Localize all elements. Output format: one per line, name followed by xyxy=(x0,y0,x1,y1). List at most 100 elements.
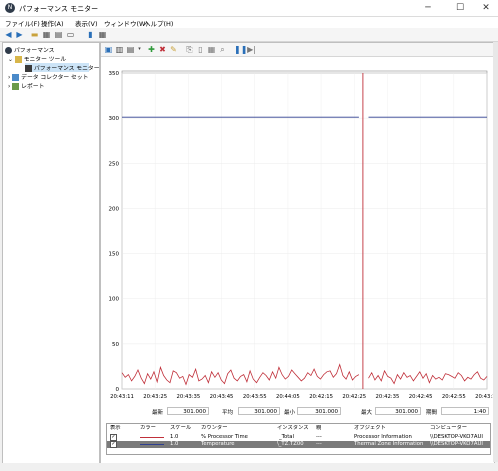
header-show[interactable]: 表示 xyxy=(110,425,121,432)
forward-arrow-icon[interactable]: ▶ xyxy=(15,30,24,39)
scale-cell: 1.0 xyxy=(170,434,179,440)
performance-graph: 050100150200250300350 20:43:11 20:43:25 20… xyxy=(109,70,494,400)
x-tick-label: 20:43:35 xyxy=(176,394,200,400)
header-computer[interactable]: コンピューター xyxy=(430,425,467,432)
y-tick-label: 100 xyxy=(109,297,120,303)
paste-counter-icon[interactable]: ▯ xyxy=(196,45,205,54)
title-bar: N パフォーマンス モニター ─ ☐ ✕ xyxy=(0,0,498,17)
back-arrow-icon[interactable]: ◀ xyxy=(4,30,13,39)
max-label: 最大 xyxy=(361,410,373,416)
x-tick-label: 20:43:45 xyxy=(210,394,234,400)
x-tick-label: 20:42:35 xyxy=(376,394,400,400)
update-data-icon[interactable]: ▶| xyxy=(247,45,256,54)
instance-cell: \_TZ.TZ00 xyxy=(277,441,304,447)
folder-icon[interactable]: ▬ xyxy=(30,30,39,39)
collector-icon xyxy=(12,74,20,81)
legend-header: 表示 カラー スケール カウンター インスタンス 親 オブジェクト コンピュータ… xyxy=(107,425,490,432)
tree-data-collector[interactable]: › データ コレクター セット xyxy=(8,72,88,81)
header-scale[interactable]: スケール xyxy=(170,425,191,432)
y-tick-label: 300 xyxy=(109,116,120,122)
header-counter[interactable]: カウンター xyxy=(201,425,228,432)
export-icon[interactable]: ▭ xyxy=(66,30,75,39)
graph-type-dropdown-icon[interactable]: ▾ xyxy=(135,45,144,54)
x-tick-label: 20:43:25 xyxy=(143,394,167,400)
computer-cell: \\DESKTOP-VKO7AUI xyxy=(430,441,483,447)
vertical-scrollbar[interactable] xyxy=(493,42,498,462)
perfmon-node-icon xyxy=(5,47,12,54)
counter-legend-table: 表示 カラー スケール カウンター インスタンス 親 オブジェクト コンピュータ… xyxy=(106,423,491,455)
y-tick-label: 250 xyxy=(109,161,120,167)
minimize-button[interactable]: ─ xyxy=(414,0,442,16)
avg-label: 平均 xyxy=(222,410,234,416)
x-tick-label: 20:42:15 xyxy=(309,394,333,400)
zoom-icon[interactable]: ⌕ xyxy=(218,45,227,54)
navigation-tree: パフォーマンス ⌄ モニター ツール パフォーマンス モニター › データ コレ… xyxy=(2,42,100,464)
copy-properties-icon[interactable]: ⎘ xyxy=(185,45,194,54)
scale-cell: 1.0 xyxy=(170,441,179,447)
maximize-button[interactable]: ☐ xyxy=(446,0,474,16)
show-checkbox[interactable]: ✓ xyxy=(110,441,117,448)
tree-root-performance[interactable]: パフォーマンス xyxy=(5,45,54,54)
freeze-display-icon[interactable]: ❚❚ xyxy=(234,45,247,54)
min-label: 最小 xyxy=(284,410,296,416)
x-tick-label: 20:43:10 xyxy=(475,394,494,400)
y-tick-label: 50 xyxy=(112,342,119,348)
close-button[interactable]: ✕ xyxy=(472,0,498,16)
instance-cell: _Total xyxy=(279,434,295,440)
y-tick-label: 0 xyxy=(116,387,120,393)
duration-label: 期間 xyxy=(426,410,438,416)
object-cell: Processor Information xyxy=(354,434,412,440)
menu-bar: ファイル(F) 操作(A) 表示(V) ウィンドウ(W) ヘルプ(H) xyxy=(0,17,498,28)
counter-cell: % Processor Time xyxy=(201,434,248,440)
max-value: 301.000 xyxy=(375,407,421,415)
current-activity-icon[interactable]: ▣ xyxy=(104,45,113,54)
menu-help[interactable]: ヘルプ(H) xyxy=(144,18,173,28)
menu-file[interactable]: ファイル(F) xyxy=(5,18,40,28)
expand-arrow-icon: › xyxy=(8,84,11,90)
report-icon xyxy=(12,83,20,90)
counter-cell: Temperature xyxy=(201,441,235,447)
header-object[interactable]: オブジェクト xyxy=(354,425,386,432)
menu-window[interactable]: ウィンドウ(W) xyxy=(104,18,148,28)
x-axis-ticks: 20:43:11 20:43:25 20:43:35 20:43:45 20:43:55… xyxy=(110,394,494,400)
add-counter-icon[interactable]: ✚ xyxy=(147,45,156,54)
object-cell: Thermal Zone Information xyxy=(354,441,424,447)
x-tick-label: 20:43:55 xyxy=(243,394,267,400)
parent-cell: --- xyxy=(316,441,322,447)
color-swatch xyxy=(140,437,164,438)
monitor-pane: ▣ ▥ ▤ ▾ ✚ ✖ ✎ ⎘ ▯ ▦ ⌕ ❚❚ ▶| 0 50 100 150 200… xyxy=(100,42,495,464)
x-tick-label: 20:42:25 xyxy=(342,394,366,400)
color-swatch xyxy=(140,444,164,445)
help-icon[interactable]: ▮ xyxy=(86,30,95,39)
properties-icon[interactable]: ▤ xyxy=(54,30,63,39)
graph-type-icon[interactable]: ▤ xyxy=(126,45,135,54)
y-axis-ticks: 0 50 100 150 200 250 300 350 xyxy=(109,71,120,393)
tree-perf-monitor[interactable]: パフォーマンス モニター xyxy=(25,63,100,72)
last-label: 最新 xyxy=(152,410,164,416)
log-data-icon[interactable]: ▥ xyxy=(115,45,124,54)
x-tick-label: 20:43:11 xyxy=(110,394,134,400)
view-icon[interactable]: ▦ xyxy=(98,30,107,39)
menu-action[interactable]: 操作(A) xyxy=(41,18,64,28)
header-color[interactable]: カラー xyxy=(140,425,156,432)
last-value: 301.000 xyxy=(167,407,209,415)
tree-reports[interactable]: › レポート xyxy=(8,81,44,90)
header-instance[interactable]: インスタンス xyxy=(277,425,309,432)
main-toolbar: ◀ ▶ ▬ ▦ ▤ ▭ ▮ ▦ xyxy=(0,28,498,42)
menu-view[interactable]: 表示(V) xyxy=(75,18,98,28)
header-parent[interactable]: 親 xyxy=(316,425,321,432)
expand-chevron-icon: ⌄ xyxy=(8,57,13,63)
properties-icon[interactable]: ▦ xyxy=(207,45,216,54)
tree-reports-label: レポート xyxy=(21,84,45,90)
show-checkbox[interactable]: ✓ xyxy=(110,434,117,441)
delete-counter-icon[interactable]: ✖ xyxy=(158,45,167,54)
legend-row-temperature[interactable]: ✓ 1.0 Temperature \_TZ.TZ00 --- Thermal … xyxy=(107,441,490,448)
console-tree-icon[interactable]: ▦ xyxy=(42,30,51,39)
highlight-icon[interactable]: ✎ xyxy=(169,45,178,54)
parent-cell: --- xyxy=(316,434,322,440)
legend-row-processor[interactable]: ✓ 1.0 % Processor Time _Total --- Proces… xyxy=(107,434,490,441)
perfmon-app-icon: N xyxy=(5,3,15,13)
window-title: パフォーマンス モニター xyxy=(19,5,99,13)
tree-monitor-tools[interactable]: ⌄ モニター ツール xyxy=(8,54,66,63)
x-tick-label: 20:42:55 xyxy=(442,394,466,400)
